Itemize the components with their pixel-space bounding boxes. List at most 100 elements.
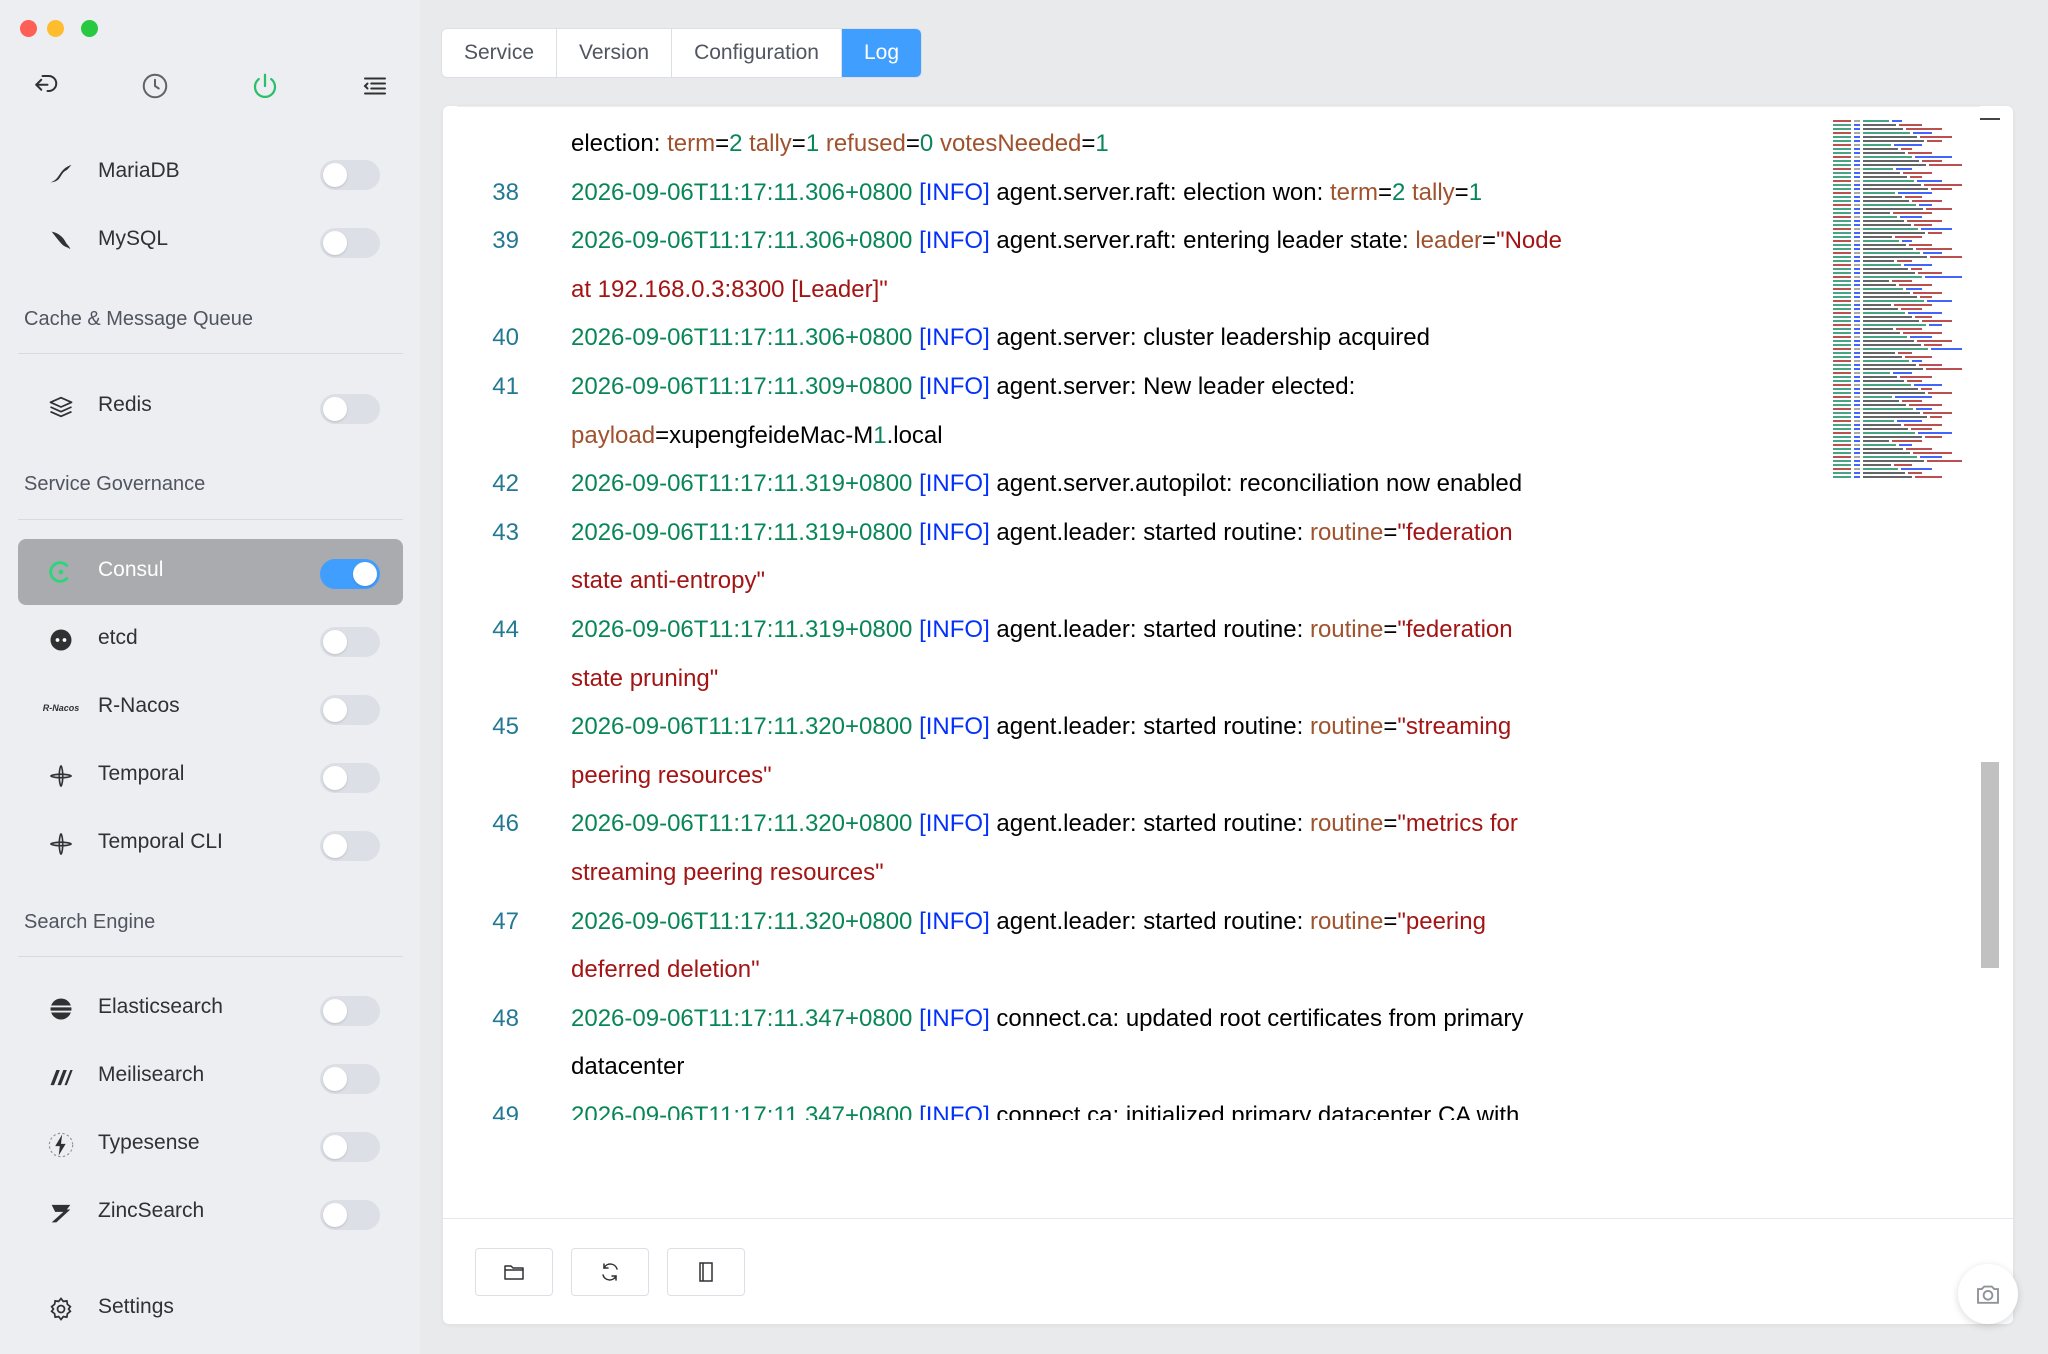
window-close-button[interactable]: [20, 20, 37, 37]
wrap-toggle-button[interactable]: [667, 1248, 745, 1296]
sidebar-item-elasticsearch[interactable]: Elasticsearch: [18, 976, 403, 1042]
line-number: 47: [492, 907, 519, 935]
minimap-line: [1894, 464, 1912, 466]
redis-toggle[interactable]: [320, 394, 380, 424]
minimap-line: [1854, 284, 1860, 286]
sidebar-item-mariadb[interactable]: MariaDB: [18, 140, 403, 206]
temporal-icon: [46, 761, 76, 791]
clock-icon[interactable]: [137, 68, 173, 104]
minimap-line: [1833, 304, 1851, 306]
meilisearch-toggle[interactable]: [320, 1064, 380, 1094]
log-panel: election: term=2 tally=1 refused=0 votes…: [443, 106, 2013, 1324]
consul-toggle[interactable]: [320, 559, 380, 589]
typesense-toggle[interactable]: [320, 1132, 380, 1162]
window-minimize-button[interactable]: [47, 20, 64, 37]
editor-top-border: [457, 106, 1980, 107]
minimap-line: [1931, 188, 1952, 190]
sidebar-item-label: Temporal CLI: [98, 830, 223, 853]
etcd-toggle[interactable]: [320, 627, 380, 657]
temporal-toggle[interactable]: [320, 763, 380, 793]
sidebar-item-settings[interactable]: Settings: [18, 1276, 403, 1342]
tab-version[interactable]: Version: [557, 29, 673, 77]
minimap-line: [1833, 176, 1851, 178]
mysql-toggle[interactable]: [320, 228, 380, 258]
minimap-line: [1897, 420, 1922, 422]
log-token: 2026-09-06T11:17:11.306+0800: [571, 227, 913, 255]
sidebar-item-meilisearch[interactable]: Meilisearch: [18, 1044, 403, 1110]
sidebar-item-zincsearch[interactable]: ZincSearch: [18, 1180, 403, 1246]
minimap-line: [1895, 396, 1932, 398]
log-text: datacenter: [571, 1043, 684, 1091]
consul-icon: [46, 557, 76, 587]
minimap-line: [1863, 136, 1917, 138]
meilisearch-icon: [46, 1062, 76, 1092]
log-editor[interactable]: election: term=2 tally=1 refused=0 votes…: [443, 120, 1980, 1120]
minimap-line: [1863, 192, 1895, 194]
mariadb-toggle[interactable]: [320, 160, 380, 190]
minimap-line: [1863, 160, 1919, 162]
screenshot-button[interactable]: [1958, 1264, 2018, 1324]
power-icon[interactable]: [247, 68, 283, 104]
sidebar-item-consul[interactable]: Consul: [18, 539, 403, 605]
log-token: agent.leader: started routine:: [989, 907, 1310, 935]
minimap-line: [1854, 144, 1860, 146]
sidebar-item-temporal[interactable]: Temporal: [18, 743, 403, 809]
scrollbar-track[interactable]: [1980, 106, 2000, 1206]
minimap-line: [1833, 388, 1851, 390]
minimap-line: [1920, 136, 1952, 138]
menu-collapse-icon[interactable]: [357, 68, 393, 104]
log-text: state anti-entropy": [571, 557, 765, 605]
log-token: =: [1482, 227, 1497, 255]
minimap-line: [1907, 220, 1942, 222]
temporal-cli-toggle[interactable]: [320, 831, 380, 861]
sidebar-item-r-nacos[interactable]: R-Nacos R-Nacos: [18, 675, 403, 741]
minimap-line: [1854, 260, 1860, 262]
sidebar-item-redis[interactable]: Redis: [18, 374, 403, 440]
sidebar-item-etcd[interactable]: etcd: [18, 607, 403, 673]
open-folder-button[interactable]: [475, 1248, 553, 1296]
tab-log[interactable]: Log: [842, 29, 922, 77]
sidebar-item-temporal-cli[interactable]: Temporal CLI: [18, 811, 403, 877]
zincsearch-toggle[interactable]: [320, 1200, 380, 1230]
minimap-line: [1863, 300, 1924, 302]
log-text: 2026-09-06T11:17:11.306+0800 [INFO] agen…: [571, 314, 1430, 362]
minimap-line: [1833, 428, 1851, 430]
minimap-line: [1863, 272, 1915, 274]
scrollbar-thumb[interactable]: [1981, 762, 1999, 968]
r-nacos-toggle[interactable]: [320, 695, 380, 725]
minimap-line: [1927, 300, 1952, 302]
log-text: 2026-09-06T11:17:11.347+0800 [INFO] conn…: [571, 995, 1523, 1043]
minimap-line: [1893, 212, 1932, 214]
divider: [18, 519, 403, 520]
back-arrow-icon[interactable]: [27, 68, 63, 104]
tab-configuration[interactable]: Configuration: [672, 29, 842, 77]
log-token: 2026-09-06T11:17:11.320+0800: [571, 907, 913, 935]
minimap-line: [1854, 324, 1860, 326]
minimap-line: [1925, 436, 1942, 438]
sidebar-item-typesense[interactable]: Typesense: [18, 1112, 403, 1178]
minimap[interactable]: [1833, 120, 1968, 480]
log-token: "peering: [1397, 907, 1486, 935]
elasticsearch-toggle[interactable]: [320, 996, 380, 1026]
window-zoom-button[interactable]: [81, 20, 98, 37]
sidebar-item-mysql[interactable]: MySQL: [18, 208, 403, 274]
minimap-line: [1854, 136, 1860, 138]
footer-divider: [443, 1218, 2013, 1219]
minimap-line: [1833, 132, 1851, 134]
tab-service[interactable]: Service: [442, 29, 558, 77]
log-text: payload=xupengfeideMac-M1.local: [571, 412, 943, 460]
minimap-line: [1863, 364, 1916, 366]
minimap-line: [1833, 184, 1851, 186]
minimap-line: [1863, 164, 1926, 166]
minimap-line: [1854, 332, 1860, 334]
log-token: streaming peering resources": [571, 859, 884, 886]
minimap-line: [1833, 368, 1851, 370]
log-token: routine: [1309, 907, 1384, 935]
minimap-line: [1863, 232, 1925, 234]
log-token: [933, 130, 940, 157]
log-token: 2026-09-06T11:17:11.309+0800: [571, 373, 913, 400]
minimap-line: [1863, 464, 1891, 466]
refresh-button[interactable]: [571, 1248, 649, 1296]
section-title-governance: Service Governance: [24, 473, 206, 495]
minimap-line: [1854, 292, 1860, 294]
